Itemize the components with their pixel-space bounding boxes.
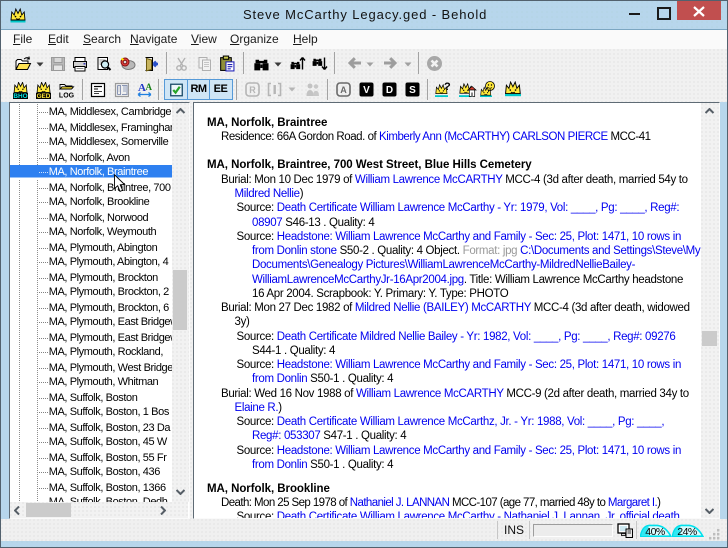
svg-text:40%: 40%: [645, 526, 665, 537]
svg-text:LOG: LOG: [59, 93, 75, 99]
svg-text:?: ?: [444, 81, 451, 93]
svg-text:GED: GED: [37, 93, 51, 99]
svg-text:D: D: [386, 85, 393, 96]
svg-text:A: A: [146, 82, 153, 92]
svg-text:BHO: BHO: [13, 93, 27, 99]
svg-text:S: S: [409, 85, 416, 96]
svg-text:V: V: [363, 85, 370, 96]
svg-text:R: R: [249, 85, 256, 95]
svg-text:24%: 24%: [677, 526, 697, 537]
svg-text:A: A: [340, 85, 347, 95]
